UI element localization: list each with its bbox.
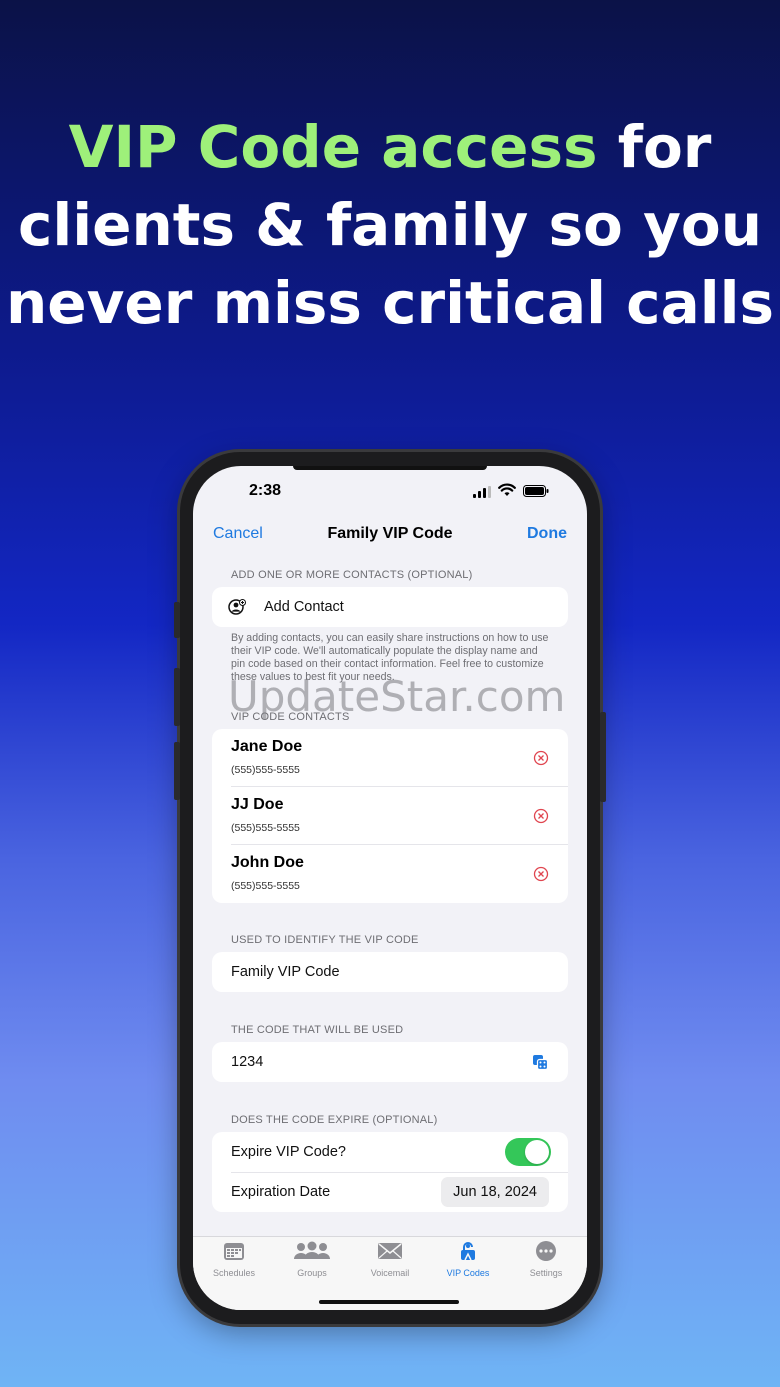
- code-name-value: Family VIP Code: [231, 964, 340, 980]
- code-value-header: THE CODE THAT WILL BE USED: [231, 1024, 404, 1036]
- headline-line2: clients & family so you: [17, 191, 763, 259]
- contact-name: JJ Doe: [231, 796, 284, 813]
- home-indicator: [319, 1300, 459, 1304]
- phone-power-button: [600, 712, 606, 802]
- toggle-knob: [525, 1140, 549, 1164]
- tab-groups[interactable]: Groups: [273, 1241, 351, 1278]
- tab-voicemail[interactable]: Voicemail: [351, 1241, 429, 1278]
- contact-phone: (555)555-5555: [231, 822, 300, 834]
- row-divider: [231, 786, 568, 787]
- add-contact-button[interactable]: Add Contact: [212, 587, 568, 627]
- tab-label: VIP Codes: [446, 1268, 490, 1278]
- remove-contact-icon[interactable]: [533, 750, 549, 766]
- add-contact-label: Add Contact: [264, 599, 344, 615]
- vip-lock-icon: [461, 1242, 475, 1261]
- wifi-icon: [498, 483, 516, 496]
- status-bar: 2:38: [193, 466, 587, 516]
- tab-settings[interactable]: Settings: [507, 1241, 585, 1278]
- tab-label: Groups: [297, 1268, 327, 1278]
- envelope-icon: [378, 1243, 402, 1259]
- expire-card: Expire VIP Code? Expiration Date Jun 18,…: [212, 1132, 568, 1212]
- code-name-field[interactable]: Family VIP Code: [212, 952, 568, 992]
- phone-volume-down: [174, 742, 180, 800]
- ellipsis-icon: [536, 1241, 556, 1261]
- code-value: 1234: [231, 1054, 264, 1070]
- row-divider: [231, 1172, 568, 1173]
- expire-toggle[interactable]: [505, 1138, 551, 1166]
- code-name-header: USED TO IDENTIFY THE VIP CODE: [231, 934, 419, 946]
- headline-line1-rest: for: [597, 113, 712, 181]
- expire-header: DOES THE CODE EXPIRE (OPTIONAL): [231, 1114, 438, 1126]
- contact-name: John Doe: [231, 854, 304, 871]
- status-time: 2:38: [249, 482, 282, 499]
- tab-label: Schedules: [212, 1268, 256, 1278]
- phone-volume-up: [174, 668, 180, 726]
- tab-label: Settings: [529, 1268, 563, 1278]
- tab-label: Voicemail: [370, 1268, 410, 1278]
- promo-headline: VIP Code access for clients & family so …: [0, 108, 780, 342]
- remove-contact-icon[interactable]: [533, 808, 549, 824]
- phone-screen: 2:38 Cancel Family VIP Code Done ADD ONE…: [193, 466, 587, 1310]
- people-icon: [294, 1241, 330, 1259]
- calendar-icon: [224, 1243, 244, 1260]
- add-contacts-header: ADD ONE OR MORE CONTACTS (OPTIONAL): [231, 569, 473, 581]
- headline-accent: VIP Code access: [68, 113, 598, 181]
- expiration-date-picker[interactable]: Jun 18, 2024: [441, 1177, 549, 1207]
- contacts-list: Jane Doe (555)555-5555 JJ Doe (555)555-5…: [212, 729, 568, 903]
- watermark: UpdateStar.com: [228, 672, 566, 721]
- battery-icon: [523, 485, 549, 497]
- contact-phone: (555)555-5555: [231, 880, 300, 892]
- tab-schedules[interactable]: Schedules: [195, 1241, 273, 1278]
- contact-phone: (555)555-5555: [231, 764, 300, 776]
- tab-bar: Schedules Groups Voicemail VIP Codes Set…: [193, 1236, 587, 1310]
- code-field[interactable]: 1234: [212, 1042, 568, 1082]
- add-contact-icon: [228, 599, 246, 615]
- expiration-date-label: Expiration Date: [231, 1184, 331, 1200]
- row-divider: [231, 844, 568, 845]
- done-button[interactable]: Done: [527, 525, 567, 543]
- randomize-dice-icon[interactable]: [532, 1054, 549, 1071]
- headline-line3: never miss critical calls: [6, 269, 774, 337]
- remove-contact-icon[interactable]: [533, 866, 549, 882]
- tab-vip-codes[interactable]: VIP Codes: [429, 1241, 507, 1278]
- expire-toggle-label: Expire VIP Code?: [231, 1144, 346, 1160]
- contact-name: Jane Doe: [231, 738, 303, 755]
- navigation-bar: Cancel Family VIP Code Done: [193, 518, 587, 548]
- phone-side-button: [174, 602, 180, 638]
- cellular-signal-icon: [473, 486, 491, 498]
